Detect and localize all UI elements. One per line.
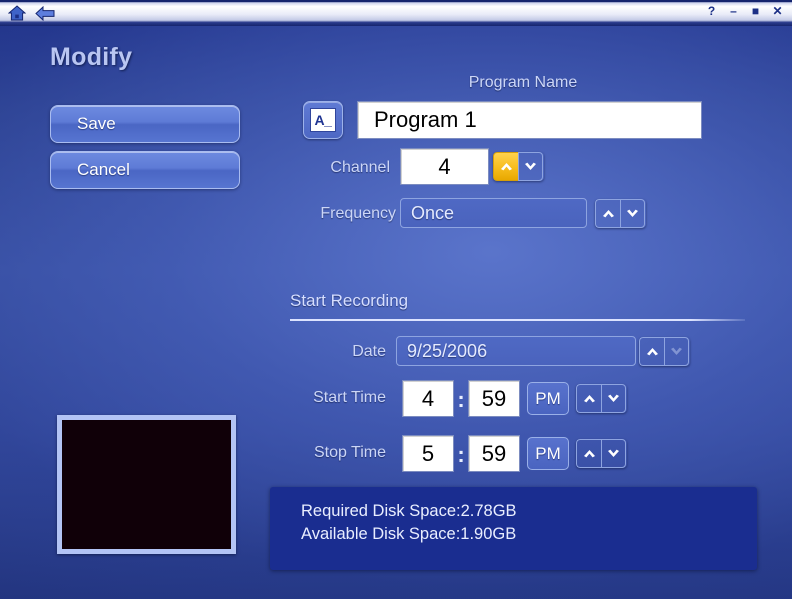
chevron-down-icon — [608, 449, 619, 457]
chevron-up-icon — [646, 348, 658, 356]
text-entry-icon-glyph: A_ — [310, 108, 336, 132]
chevron-up-icon — [602, 210, 614, 218]
date-field[interactable]: 9/25/2006 — [396, 336, 636, 366]
date-spinner-up-button[interactable] — [639, 337, 664, 366]
channel-input[interactable]: 4 — [400, 148, 489, 185]
chevron-down-icon — [627, 209, 638, 217]
start-time-spinner — [576, 384, 627, 413]
section-divider — [290, 319, 745, 321]
chevron-up-icon — [500, 163, 512, 171]
chevron-down-icon — [525, 162, 536, 170]
stop-time-meridiem-toggle[interactable]: PM — [527, 437, 569, 470]
start-time-separator: : — [457, 387, 465, 412]
help-button[interactable]: ? — [705, 4, 718, 17]
stop-time-separator: : — [457, 442, 465, 467]
channel-spinner-up-button[interactable] — [493, 152, 518, 181]
chevron-up-icon — [583, 395, 595, 403]
page-title: Modify — [50, 43, 133, 71]
home-icon[interactable] — [6, 3, 28, 23]
available-disk-space-text: Available Disk Space:1.90GB — [301, 525, 517, 543]
stop-time-label: Stop Time — [313, 444, 386, 461]
stop-time-spinner — [576, 439, 627, 468]
date-spinner — [639, 337, 690, 366]
start-recording-heading: Start Recording — [290, 291, 409, 310]
required-disk-space-text: Required Disk Space:2.78GB — [301, 502, 517, 520]
start-time-label: Start Time — [313, 389, 386, 406]
frequency-label: Frequency — [320, 205, 396, 222]
chevron-down-icon — [671, 347, 682, 355]
frequency-spinner-down-button[interactable] — [620, 199, 645, 228]
modify-recording-screen: ? – ■ ✕ Modify Save Cancel Program Name … — [0, 0, 792, 599]
start-time-meridiem-toggle[interactable]: PM — [527, 382, 569, 415]
window-controls: ? – ■ ✕ — [705, 4, 784, 17]
disk-space-panel: Required Disk Space:2.78GB Available Dis… — [270, 487, 757, 570]
text-entry-icon[interactable]: A_ — [303, 101, 343, 139]
frequency-spinner — [595, 199, 646, 228]
minimize-button[interactable]: – — [727, 4, 740, 17]
titlebar-nav-group — [6, 3, 56, 23]
close-button[interactable]: ✕ — [771, 4, 784, 17]
frequency-spinner-up-button[interactable] — [595, 199, 620, 228]
chevron-up-icon — [583, 450, 595, 458]
date-spinner-down-button[interactable] — [664, 337, 689, 366]
frequency-field[interactable]: Once — [400, 198, 587, 228]
stop-time-hour-input[interactable]: 5 — [402, 435, 454, 472]
start-time-spinner-down-button[interactable] — [601, 384, 626, 413]
stop-time-spinner-up-button[interactable] — [576, 439, 601, 468]
save-button[interactable]: Save — [50, 105, 240, 143]
channel-spinner — [493, 152, 544, 181]
date-label: Date — [352, 343, 386, 360]
maximize-button[interactable]: ■ — [749, 4, 762, 17]
channel-spinner-down-button[interactable] — [518, 152, 543, 181]
video-preview[interactable] — [57, 415, 236, 554]
window-titlebar: ? – ■ ✕ — [0, 0, 792, 26]
chevron-down-icon — [608, 394, 619, 402]
back-icon[interactable] — [34, 3, 56, 23]
program-name-label: Program Name — [468, 74, 578, 91]
program-name-input[interactable]: Program 1 — [357, 101, 702, 139]
stop-time-minute-input[interactable]: 59 — [468, 435, 520, 472]
start-time-hour-input[interactable]: 4 — [402, 380, 454, 417]
start-time-minute-input[interactable]: 59 — [468, 380, 520, 417]
cancel-button[interactable]: Cancel — [50, 151, 240, 189]
stop-time-spinner-down-button[interactable] — [601, 439, 626, 468]
channel-label: Channel — [330, 159, 390, 176]
start-time-spinner-up-button[interactable] — [576, 384, 601, 413]
